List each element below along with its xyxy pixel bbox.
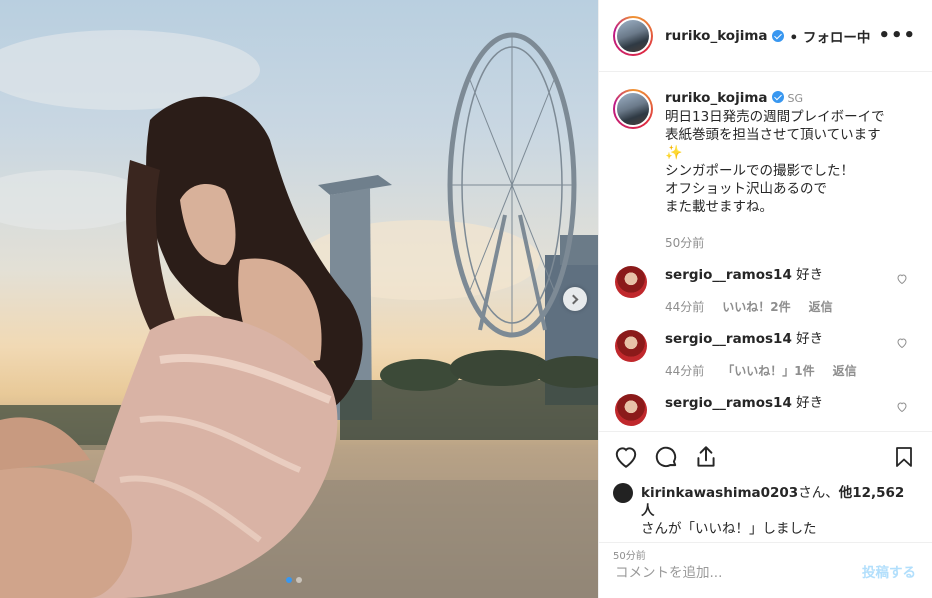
commenter-avatar[interactable] — [615, 266, 647, 298]
caption-text-2: シンガポールでの撮影でした！ オフショット沢山あるので また載せますね。 — [665, 163, 854, 215]
comment-time: 44分前 — [665, 300, 705, 314]
likes-summary: kirinkawashima0203さん、他12,562人 さんが「いいね！」し… — [613, 483, 916, 538]
comment-username[interactable]: sergio__ramos14 — [665, 395, 792, 411]
caption-text: 明日13日発売の週間プレイボーイで 表紙巻頭を担当させて頂いています — [665, 109, 885, 143]
chevron-right-icon — [568, 294, 579, 304]
comment-icon[interactable] — [653, 444, 679, 470]
add-comment-bar: コメントを追加... 投稿する — [599, 542, 932, 598]
comment-text: 好き — [796, 267, 824, 283]
likes-suffix: さん、 — [798, 485, 839, 501]
comments-list[interactable]: ruriko_kojima SG 明日13日発売の週間プレイボーイで 表紙巻頭を担… — [599, 73, 932, 431]
comment-likes[interactable]: いいね！2件 — [722, 298, 790, 316]
comment-item: sergio__ramos14 好き — [613, 394, 916, 426]
verified-icon — [771, 91, 784, 103]
author-username[interactable]: ruriko_kojima — [665, 28, 768, 44]
comment-username[interactable]: sergio__ramos14 — [665, 267, 792, 283]
sparkle-icon: ✨ — [665, 145, 683, 161]
post-side-panel: ruriko_kojima • フォロー中 ••• ruriko_kojima S… — [598, 0, 932, 598]
liker-avatar[interactable] — [613, 483, 633, 503]
caption: ruriko_kojima SG 明日13日発売の週間プレイボーイで 表紙巻頭を担… — [613, 89, 916, 252]
heart-icon[interactable] — [613, 444, 639, 470]
comment-text: 好き — [796, 395, 824, 411]
caption-username[interactable]: ruriko_kojima — [665, 90, 768, 106]
reply-button[interactable]: 返信 — [809, 298, 833, 316]
photo-scene — [0, 30, 598, 598]
bookmark-icon[interactable] — [892, 444, 916, 470]
likes-line2: さんが「いいね！」しました — [641, 521, 817, 537]
verified-icon — [771, 29, 784, 42]
reply-button[interactable]: 返信 — [833, 362, 857, 380]
commenter-avatar[interactable] — [615, 330, 647, 362]
share-icon[interactable] — [693, 444, 719, 470]
follow-status[interactable]: • フォロー中 — [790, 26, 871, 46]
post-photo[interactable] — [0, 0, 598, 598]
next-photo-button[interactable] — [563, 287, 587, 311]
post-comment-button[interactable]: 投稿する — [862, 561, 916, 581]
comment-text: 好き — [796, 331, 824, 347]
carousel-dot-1 — [286, 577, 292, 583]
comment-item: sergio__ramos14 好き 44分前 「いいね！」1件 返信 — [613, 330, 916, 380]
comment-time: 44分前 — [665, 364, 705, 378]
post-header: ruriko_kojima • フォロー中 ••• — [599, 0, 932, 72]
heart-icon[interactable] — [896, 401, 908, 413]
liker-username[interactable]: kirinkawashima0203 — [641, 485, 798, 501]
caption-avatar[interactable] — [613, 89, 653, 129]
heart-icon[interactable] — [896, 273, 908, 285]
heart-icon[interactable] — [896, 337, 908, 349]
location-tag[interactable]: SG — [788, 92, 804, 105]
comment-username[interactable]: sergio__ramos14 — [665, 331, 792, 347]
carousel-indicator — [286, 577, 302, 583]
caption-time: 50分前 — [665, 236, 705, 250]
commenter-avatar[interactable] — [615, 394, 647, 426]
comment-likes[interactable]: 「いいね！」1件 — [722, 362, 814, 380]
comment-input[interactable]: コメントを追加... — [615, 561, 722, 581]
comment-item: sergio__ramos14 好き 44分前 いいね！2件 返信 — [613, 266, 916, 316]
author-avatar[interactable] — [613, 15, 653, 56]
carousel-dot-2 — [296, 577, 302, 583]
more-icon[interactable]: ••• — [878, 25, 916, 46]
